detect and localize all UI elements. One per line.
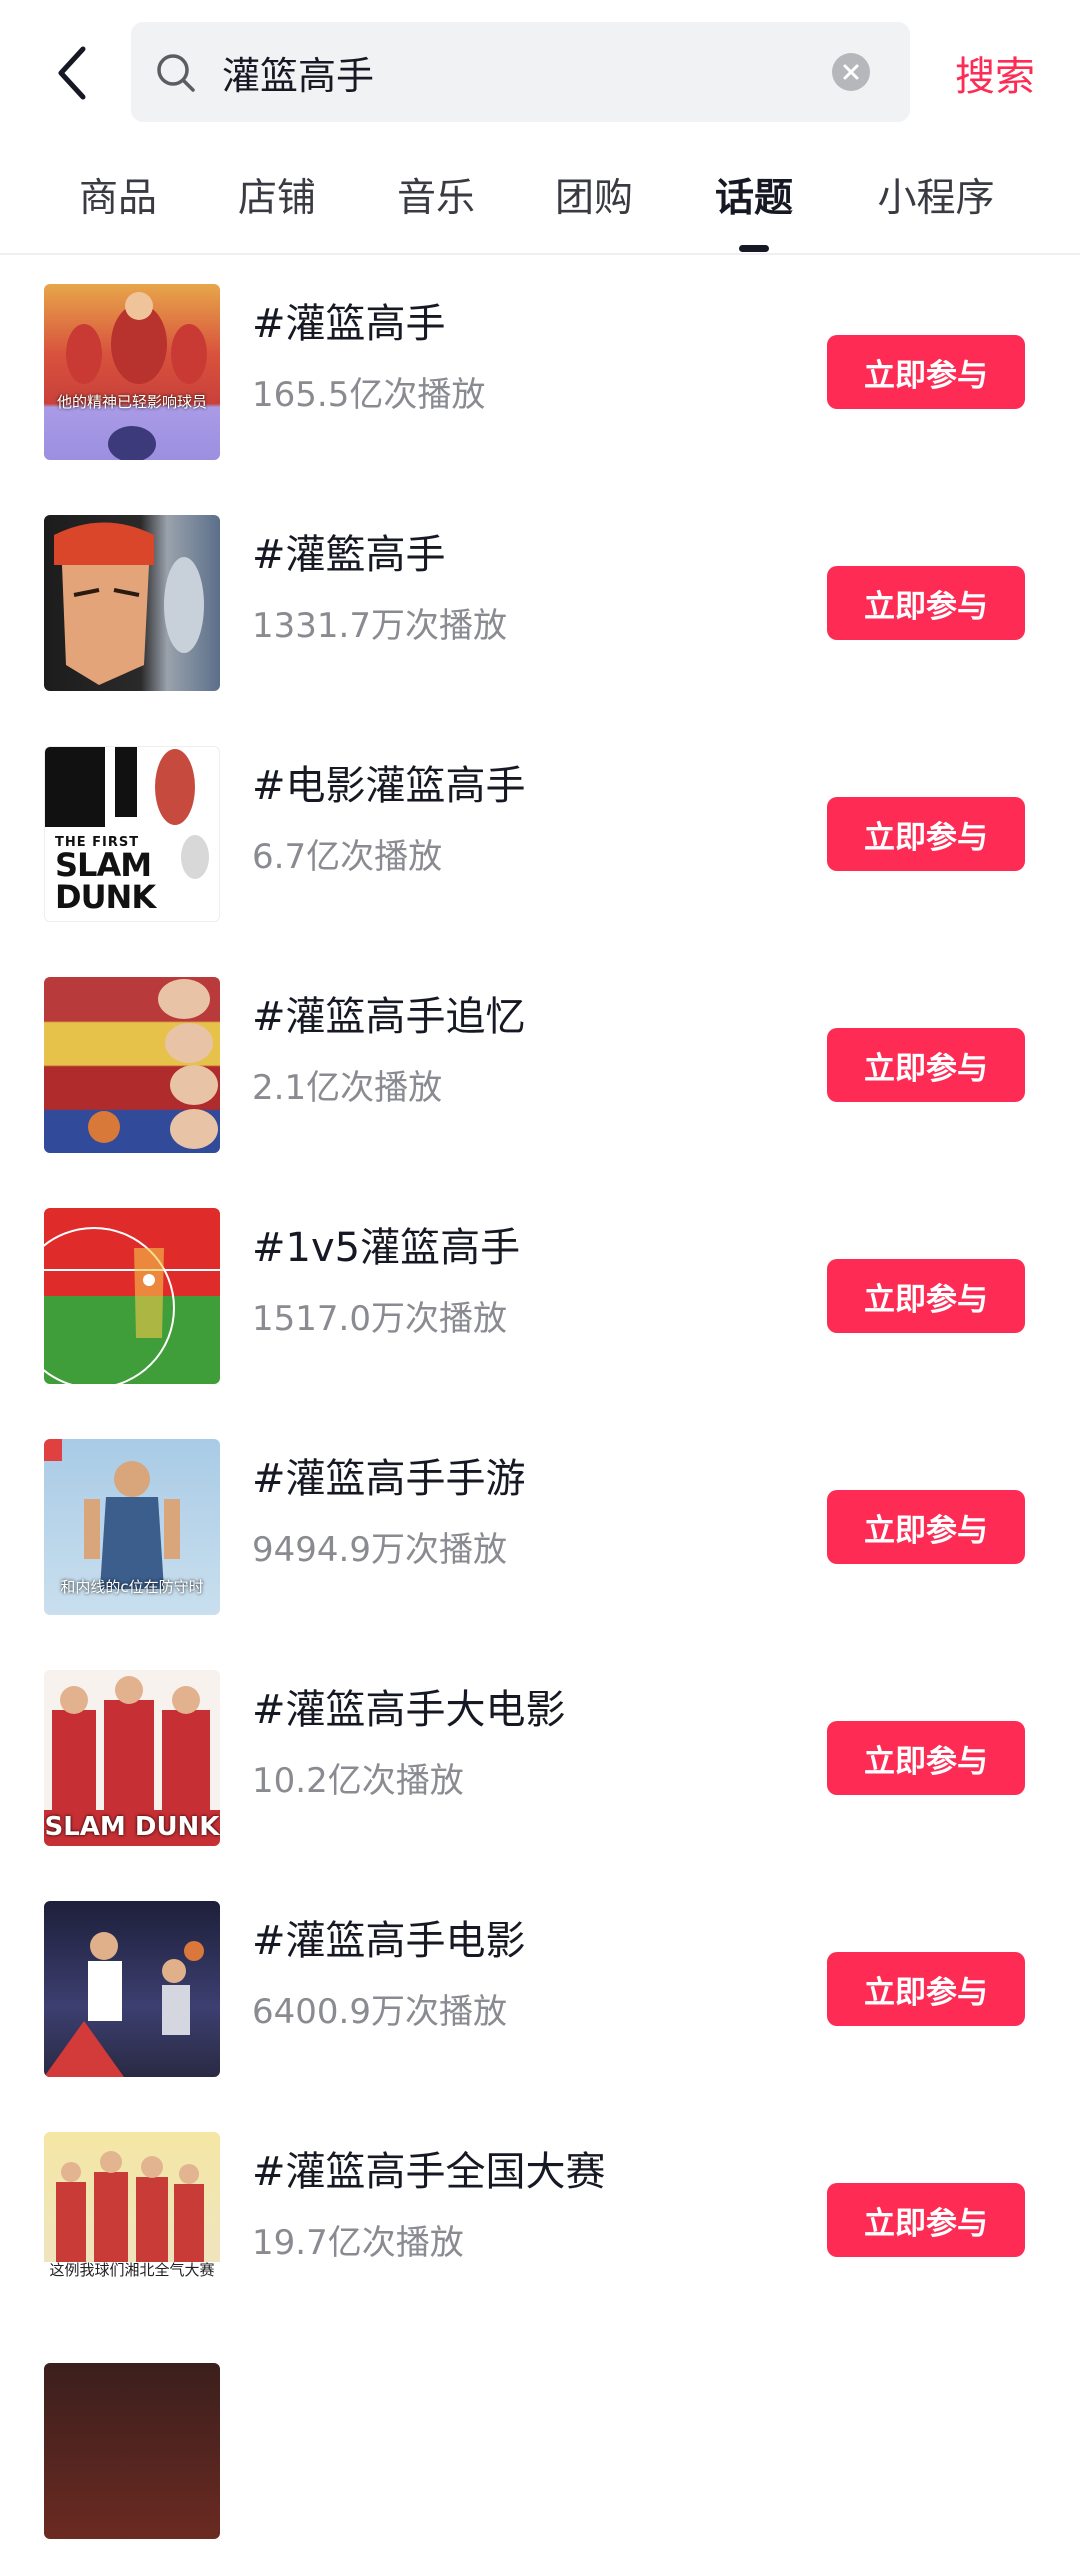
tab-music[interactable]: 音乐	[388, 145, 484, 245]
topic-play-count: 6.7亿次播放	[252, 837, 443, 877]
list-item[interactable]: SLAM DUNK #灌篮高手大电影 10.2亿次播放 立即参与	[0, 1641, 1080, 1872]
search-header: 搜索	[0, 0, 1080, 145]
list-item[interactable]: #灌籃高手 1331.7万次播放 立即参与	[0, 486, 1080, 717]
topic-thumbnail	[44, 515, 220, 691]
active-tab-indicator	[739, 245, 769, 252]
thumbnail-logo: THE FIRST SLAM DUNK	[55, 835, 156, 916]
topic-play-count: 9494.9万次播放	[252, 1530, 507, 1570]
close-icon	[843, 64, 859, 80]
topic-thumbnail: 他的精神已轻影响球员	[44, 284, 220, 460]
topic-thumbnail: 和内线的c位在防守时	[44, 1439, 220, 1615]
clear-icon[interactable]	[832, 53, 870, 91]
list-item[interactable]: #灌篮高手电影 6400.9万次播放 立即参与	[0, 1872, 1080, 2103]
join-button[interactable]: 立即参与	[827, 335, 1025, 409]
thumbnail-caption: 和内线的c位在防守时	[60, 1578, 204, 1596]
list-item[interactable]: 这例我球们湘北全气大赛 #灌篮高手全国大赛 19.7亿次播放 立即参与	[0, 2103, 1080, 2334]
topic-thumbnail	[44, 1208, 220, 1384]
topic-play-count: 2.1亿次播放	[252, 1068, 443, 1108]
topic-play-count: 165.5亿次播放	[252, 375, 486, 415]
topic-title: #灌篮高手电影	[252, 1918, 526, 1964]
topic-title: #电影灌篮高手	[252, 763, 526, 809]
join-button[interactable]: 立即参与	[827, 1721, 1025, 1795]
topic-title: #灌籃高手	[252, 532, 446, 578]
join-button[interactable]: 立即参与	[827, 566, 1025, 640]
list-item[interactable]: #灌篮高手追忆 2.1亿次播放 立即参与	[0, 948, 1080, 1179]
topic-play-count: 1331.7万次播放	[252, 606, 507, 646]
join-button[interactable]: 立即参与	[827, 1259, 1025, 1333]
category-tabs: 商品 店铺 音乐 团购 话题 小程序	[0, 145, 1080, 255]
topic-thumbnail: 这例我球们湘北全气大赛	[44, 2132, 220, 2308]
tab-products[interactable]: 商品	[70, 145, 166, 245]
list-item[interactable]: THE FIRST SLAM DUNK #电影灌篮高手 6.7亿次播放 立即参与	[0, 717, 1080, 948]
topic-thumbnail	[44, 1901, 220, 2077]
topic-thumbnail: THE FIRST SLAM DUNK	[44, 746, 220, 922]
join-button[interactable]: 立即参与	[827, 1490, 1025, 1564]
topic-title: #灌篮高手全国大赛	[252, 2149, 606, 2195]
join-button[interactable]: 立即参与	[827, 797, 1025, 871]
list-item[interactable]: 他的精神已轻影响球员 #灌篮高手 165.5亿次播放 立即参与	[0, 255, 1080, 486]
list-item[interactable]: #1v5灌篮高手 1517.0万次播放 立即参与	[0, 1179, 1080, 1410]
topic-thumbnail: SLAM DUNK	[44, 1670, 220, 1846]
topic-title: #灌篮高手追忆	[252, 994, 526, 1040]
list-item[interactable]: 和内线的c位在防守时 #灌篮高手手游 9494.9万次播放 立即参与	[0, 1410, 1080, 1641]
topic-title: #灌篮高手手游	[252, 1456, 526, 1502]
topic-play-count: 1517.0万次播放	[252, 1299, 507, 1339]
search-icon	[157, 54, 195, 92]
list-item[interactable]	[0, 2334, 1080, 2565]
join-button[interactable]: 立即参与	[827, 1952, 1025, 2026]
tab-topics[interactable]: 话题	[706, 145, 802, 245]
topic-play-count: 19.7亿次播放	[252, 2223, 464, 2263]
topic-thumbnail	[44, 2363, 220, 2539]
thumbnail-caption: SLAM DUNK	[44, 1812, 220, 1842]
chevron-left-icon	[58, 46, 86, 100]
search-input[interactable]	[222, 22, 822, 122]
topic-title: #灌篮高手大电影	[252, 1687, 566, 1733]
topic-play-count: 10.2亿次播放	[252, 1761, 464, 1801]
back-button[interactable]	[40, 30, 106, 116]
tab-mini-programs[interactable]: 小程序	[866, 145, 1006, 245]
topic-thumbnail	[44, 977, 220, 1153]
search-box[interactable]	[131, 22, 910, 122]
search-button[interactable]: 搜索	[940, 30, 1050, 116]
topic-play-count: 6400.9万次播放	[252, 1992, 507, 2032]
join-button[interactable]: 立即参与	[827, 2183, 1025, 2257]
topic-title: #1v5灌篮高手	[252, 1225, 521, 1271]
thumbnail-caption: 他的精神已轻影响球员	[56, 393, 207, 411]
tab-group-buy[interactable]: 团购	[546, 145, 642, 245]
topic-title: #灌篮高手	[252, 301, 446, 347]
join-button[interactable]: 立即参与	[827, 1028, 1025, 1102]
tab-stores[interactable]: 店铺	[229, 145, 325, 245]
thumbnail-caption: 这例我球们湘北全气大赛	[49, 2261, 215, 2279]
